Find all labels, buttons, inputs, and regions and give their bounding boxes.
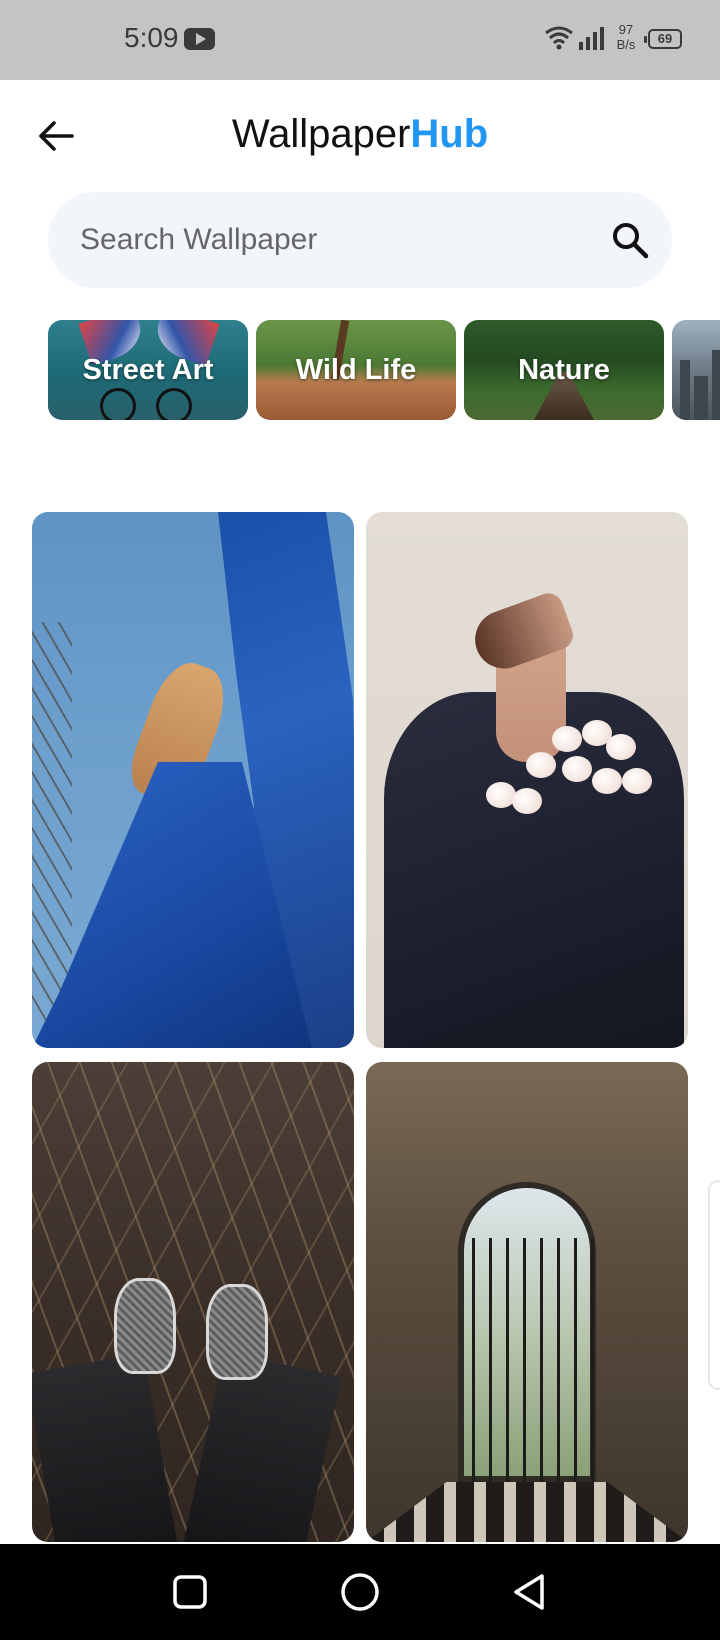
app-title-part2: Hub [410, 112, 489, 156]
category-list: Street Art Wild Life Nature [48, 320, 720, 420]
tree-branches [32, 622, 72, 1022]
back-triangle-icon [514, 1574, 544, 1610]
sneaker [114, 1278, 176, 1374]
battery-level: 69 [657, 31, 673, 46]
app-title: WallpaperHub [0, 112, 720, 157]
wallpaper-tile[interactable] [366, 512, 688, 1048]
home-circle-icon [341, 1573, 379, 1611]
rose [526, 752, 556, 778]
status-bar: 5:09 97 B/s 69 [0, 0, 720, 80]
system-back-button[interactable] [506, 1568, 554, 1616]
network-speed-value: 97 [618, 22, 634, 37]
rose [606, 734, 636, 760]
gate-bars [458, 1238, 596, 1482]
wallpaper-tile[interactable] [32, 512, 354, 1048]
category-city[interactable] [672, 320, 720, 420]
category-label: Street Art [82, 354, 214, 386]
recents-square-icon [173, 1575, 207, 1609]
sneaker [206, 1284, 268, 1380]
rose [552, 726, 582, 752]
search-icon[interactable] [610, 220, 650, 260]
category-label [672, 320, 720, 420]
rose [562, 756, 592, 782]
status-time: 5:09 [124, 22, 179, 53]
wifi-icon [545, 26, 573, 50]
edge-panel-handle[interactable] [708, 1180, 720, 1390]
network-speed: 97 B/s [612, 22, 640, 52]
wallpaper-tile[interactable] [32, 1062, 354, 1542]
rose [592, 768, 622, 794]
category-wild-life[interactable]: Wild Life [256, 320, 456, 420]
recents-button[interactable] [166, 1568, 214, 1616]
system-nav-bar [0, 1544, 720, 1640]
mosaic-floor [366, 1482, 688, 1542]
youtube-icon [184, 28, 215, 50]
category-nature[interactable]: Nature [464, 320, 664, 420]
wallpaper-tile[interactable] [366, 1062, 688, 1542]
search-input[interactable] [80, 192, 600, 288]
category-label: Wild Life [295, 354, 417, 386]
signal-icon [579, 27, 604, 50]
home-button[interactable] [336, 1568, 384, 1616]
app-title-part1: Wallpaper [231, 112, 411, 156]
category-label: Nature [518, 354, 610, 386]
category-street-art[interactable]: Street Art [48, 320, 248, 420]
rose [622, 768, 652, 794]
search-bar [48, 192, 672, 288]
battery-icon: 69 [644, 29, 682, 49]
rose [512, 788, 542, 814]
network-speed-unit: B/s [616, 37, 636, 52]
